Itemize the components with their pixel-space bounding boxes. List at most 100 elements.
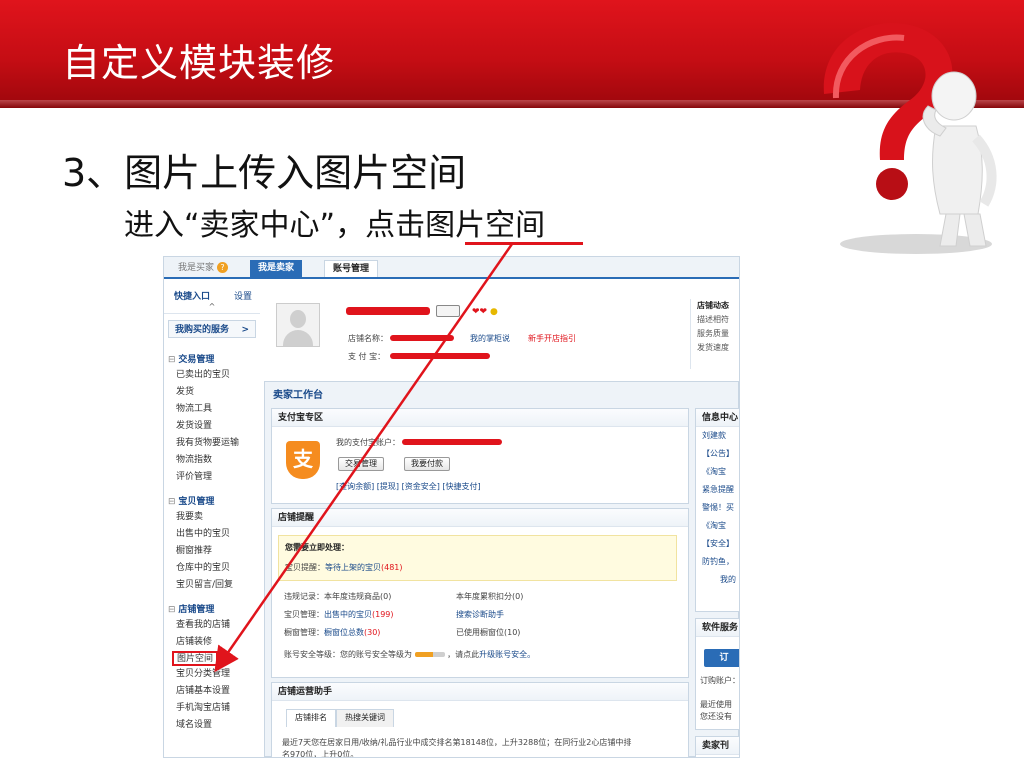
seller-center-screenshot: 我是买家? 我是卖家 账号管理 快捷入口 设置 ^ 我购买的服务 > 交易管理 已… bbox=[163, 256, 740, 758]
violation-text: 本年度违规商品 bbox=[324, 592, 380, 601]
slide-title: 自定义模块装修 bbox=[62, 41, 336, 85]
sidebar-item-view-shop[interactable]: 查看我的店铺 bbox=[164, 617, 260, 634]
sidebar-section-trade[interactable]: 交易管理 bbox=[164, 344, 260, 367]
my-counter-link[interactable]: 我的掌柜说 bbox=[470, 333, 510, 344]
info-item[interactable]: 刘建款 bbox=[696, 427, 739, 445]
ops-tabs: 店铺排名 热搜关键词 bbox=[286, 709, 394, 727]
thinking-figure-illustration bbox=[823, 22, 997, 254]
chevron-right-icon: > bbox=[241, 325, 249, 335]
window-total-link[interactable]: 橱窗位总数 bbox=[324, 628, 364, 637]
sidebar-item-reviews[interactable]: 评价管理 bbox=[164, 469, 260, 486]
rank-summary-line2: 名970位，上升0位。 bbox=[282, 750, 359, 758]
sidebar-item-warehouse[interactable]: 仓库中的宝贝 bbox=[164, 560, 260, 577]
sidebar-item-messages[interactable]: 宝贝留言/回复 bbox=[164, 577, 260, 594]
annual-score-text: 本年度累积扣分 bbox=[456, 592, 512, 601]
security-level-bar bbox=[414, 652, 445, 657]
sidebar-item-domain[interactable]: 域名设置 bbox=[164, 717, 260, 734]
upgrade-security-link[interactable]: 升级账号安全。 bbox=[479, 650, 535, 659]
main-content: ❤❤ ● 店铺名称： 我的掌柜说 新手开店指引 支 付 宝： 店铺动态 描述相符… bbox=[264, 281, 739, 757]
reminder-panel-title: 店铺提醒 bbox=[272, 509, 688, 527]
on-sale-link[interactable]: 出售中的宝贝 bbox=[324, 610, 372, 619]
workbench-title: 卖家工作台 bbox=[273, 390, 323, 401]
sidebar-item-sell[interactable]: 我要卖 bbox=[164, 509, 260, 526]
sidebar-item-basic-settings[interactable]: 店铺基本设置 bbox=[164, 683, 260, 700]
question-icon[interactable]: ? bbox=[217, 262, 229, 273]
shop-rating-title: 店铺动态 bbox=[697, 301, 729, 310]
pay-button[interactable]: 我要付款 bbox=[404, 457, 450, 471]
urgent-alert: 您需要立即处理： 宝贝提醒：等待上架的宝贝(481) bbox=[278, 535, 677, 581]
sidebar-section-shop[interactable]: 店铺管理 bbox=[164, 594, 260, 617]
sidebar-item-ship[interactable]: 发货 bbox=[164, 384, 260, 401]
security-row: 账号安全等级：您的账号安全等级为 ，请点此升级账号安全。 bbox=[284, 649, 535, 660]
sidebar-item-mobile-shop[interactable]: 手机淘宝店铺 bbox=[164, 700, 260, 717]
sidebar-item-cargo[interactable]: 我有货物要运输 bbox=[164, 435, 260, 452]
tab-seller[interactable]: 我是卖家 bbox=[250, 260, 303, 277]
tab-account[interactable]: 账号管理 bbox=[324, 260, 379, 277]
info-item[interactable]: 《淘宝 bbox=[696, 517, 739, 535]
sidebar-item-window[interactable]: 橱窗推荐 bbox=[164, 543, 260, 560]
sidebar-item-image-space[interactable]: 图片空间 bbox=[172, 651, 219, 666]
item-reminder-label: 宝贝提醒： bbox=[285, 563, 325, 572]
purchased-services-label: 我购买的服务 bbox=[175, 325, 230, 335]
order-button[interactable]: 订 bbox=[704, 649, 739, 667]
violation-label: 违规记录： bbox=[284, 592, 324, 601]
rating-hearts-icon: ❤❤ ● bbox=[472, 307, 498, 317]
bullet-heading: 3、图片上传入图片空间 bbox=[62, 151, 467, 195]
redaction-mark bbox=[390, 335, 454, 341]
info-item[interactable]: 紧急提醒 bbox=[696, 481, 739, 499]
alipay-quick-links[interactable]: [查询余额] [提现] [资金安全] [快捷支付] bbox=[336, 481, 481, 492]
alipay-label: 支 付 宝： bbox=[348, 352, 386, 361]
sidebar-section-goods[interactable]: 宝贝管理 bbox=[164, 486, 260, 509]
top-nav: 我是买家? 我是卖家 账号管理 bbox=[164, 257, 739, 279]
info-item[interactable]: 我的 bbox=[696, 571, 739, 589]
shop-rating-box: 店铺动态 描述相符 服务质量 发货速度 bbox=[690, 299, 739, 369]
software-service-panel: 软件服务 订 订购账户： 最近使用 您还没有 bbox=[695, 618, 740, 730]
info-item[interactable]: 【公告】 bbox=[696, 445, 739, 463]
info-center-title: 信息中心 bbox=[696, 409, 739, 427]
window-label: 橱窗管理： bbox=[284, 628, 324, 637]
info-item[interactable]: 【安全】 bbox=[696, 535, 739, 553]
annual-score-count: (0) bbox=[512, 592, 524, 601]
sidebar-item-logistics-index[interactable]: 物流指数 bbox=[164, 452, 260, 469]
tab-hot-keywords[interactable]: 热搜关键词 bbox=[336, 709, 394, 727]
ops-panel-title: 店铺运营助手 bbox=[272, 683, 688, 701]
trade-manage-button[interactable]: 交易管理 bbox=[338, 457, 384, 471]
newbie-guide-link[interactable]: 新手开店指引 bbox=[528, 333, 576, 344]
collapse-caret-icon[interactable]: ^ bbox=[164, 302, 260, 314]
order-account-label: 订购账户： bbox=[700, 676, 740, 685]
security-text: 您的账号安全等级为 bbox=[340, 650, 412, 659]
security-tail: ，请点此 bbox=[447, 650, 480, 659]
window-row: 橱窗管理：橱窗位总数(30) bbox=[284, 627, 380, 638]
tab-buyer-label: 我是买家 bbox=[178, 263, 215, 273]
shop-reminder-panel: 店铺提醒 您需要立即处理： 宝贝提醒：等待上架的宝贝(481) 违规记录：本年度… bbox=[271, 508, 689, 678]
sidebar-item-on-sale[interactable]: 出售中的宝贝 bbox=[164, 526, 260, 543]
sidebar-item-decorate[interactable]: 店铺装修 bbox=[164, 634, 260, 651]
sidebar-item-sold[interactable]: 已卖出的宝贝 bbox=[164, 367, 260, 384]
redaction-mark bbox=[346, 307, 430, 315]
sidebar-item-ship-settings[interactable]: 发货设置 bbox=[164, 418, 260, 435]
tab-buyer[interactable]: 我是买家? bbox=[170, 260, 236, 277]
pending-items-link[interactable]: 等待上架的宝贝 bbox=[325, 563, 381, 572]
urgent-title: 您需要立即处理： bbox=[285, 543, 349, 552]
avatar[interactable] bbox=[276, 303, 320, 347]
quick-entry-label[interactable]: 快捷入口 bbox=[174, 289, 210, 302]
window-total-count: (30) bbox=[364, 628, 381, 637]
quick-entry-settings[interactable]: 设置 bbox=[234, 289, 252, 302]
shop-name-label: 店铺名称： bbox=[348, 334, 388, 343]
instruction-underline bbox=[465, 242, 583, 245]
rating-line: 服务质量 bbox=[697, 329, 729, 338]
alipay-panel-title: 支付宝专区 bbox=[272, 409, 688, 427]
search-helper-link[interactable]: 搜索诊断助手 bbox=[456, 609, 504, 620]
sidebar-item-logistics-tools[interactable]: 物流工具 bbox=[164, 401, 260, 418]
purchased-services-button[interactable]: 我购买的服务 > bbox=[168, 320, 256, 338]
goods-row: 宝贝管理：出售中的宝贝(199) bbox=[284, 609, 394, 620]
alipay-panel: 支付宝专区 支 我的支付宝账户： 交易管理 我要付款 [查询余额] [提现] [… bbox=[271, 408, 689, 504]
info-item[interactable]: 防钓鱼， bbox=[696, 553, 739, 571]
tab-shop-rank[interactable]: 店铺排名 bbox=[286, 709, 336, 727]
violation-count: (0) bbox=[380, 592, 392, 601]
window-used-count: (10) bbox=[504, 628, 521, 637]
info-item[interactable]: 警惕！买 bbox=[696, 499, 739, 517]
info-center-panel: 信息中心 刘建款 【公告】 《淘宝 紧急提醒 警惕！买 《淘宝 【安全】 防钓鱼… bbox=[695, 408, 739, 612]
sidebar-item-categories[interactable]: 宝贝分类管理 bbox=[164, 666, 260, 683]
info-item[interactable]: 《淘宝 bbox=[696, 463, 739, 481]
